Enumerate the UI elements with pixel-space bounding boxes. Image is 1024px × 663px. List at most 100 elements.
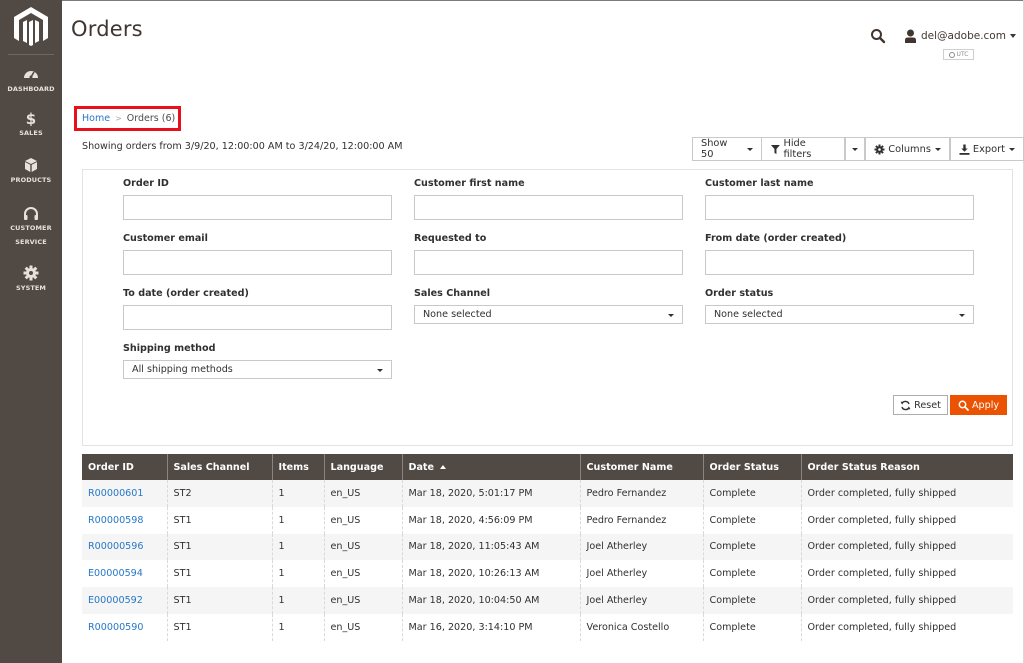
column-header-customer-name[interactable]: Customer Name <box>579 454 703 480</box>
customer-name-cell: Pedro Fernandez <box>579 480 703 507</box>
top-border <box>0 0 1024 1</box>
hide-filters-button[interactable]: Hide filters <box>760 137 846 161</box>
order-status-select[interactable]: None selected <box>705 305 974 324</box>
page-size-dropdown[interactable]: Show 50 <box>692 137 762 161</box>
requested-to-label: Requested to <box>414 233 487 244</box>
chevron-down-icon <box>1008 147 1015 151</box>
filter-icon <box>770 144 780 154</box>
magento-logo[interactable] <box>12 6 50 48</box>
order-id-link[interactable]: E00000594 <box>88 568 143 579</box>
box-icon <box>25 158 37 172</box>
columns-dropdown[interactable]: Columns <box>865 137 950 161</box>
customer-first-name-input[interactable] <box>414 195 683 220</box>
sales-channel-value: None selected <box>423 309 492 320</box>
search-icon[interactable] <box>870 28 886 44</box>
export-dropdown[interactable]: Export <box>949 137 1024 161</box>
refresh-icon <box>900 400 911 410</box>
sidebar-item-label: DASHBOARD <box>7 85 55 93</box>
language-cell: en_US <box>323 613 402 641</box>
logo-divider <box>8 54 54 55</box>
sidebar-item-system[interactable]: SYSTEM <box>0 265 62 296</box>
column-header-order-id[interactable]: Order ID <box>82 454 167 480</box>
customer-email-input[interactable] <box>123 250 392 275</box>
language-cell: en_US <box>323 480 402 507</box>
table-row[interactable]: E00000594 ST1 1 en_US Mar 18, 2020, 10:26:13… <box>82 560 1013 588</box>
sidebar-item-sales[interactable]: $ SALES <box>0 110 62 141</box>
user-account-menu[interactable]: del@adobe.com <box>904 28 1016 44</box>
dollar-icon: $ <box>26 110 36 126</box>
reset-label: Reset <box>914 399 941 411</box>
svg-text:$: $ <box>26 110 36 126</box>
order-status-cell: Complete <box>702 480 801 507</box>
reset-filters-button[interactable]: Reset <box>893 395 948 415</box>
sort-ascending-icon <box>440 464 447 469</box>
customer-email-label: Customer email <box>123 233 208 244</box>
hide-filters-label: Hide filters <box>783 138 812 160</box>
customer-name-cell: Joel Atherley <box>579 560 703 588</box>
customer-name-cell: Joel Atherley <box>579 533 703 561</box>
order-id-link[interactable]: R00000598 <box>88 515 144 526</box>
chevron-down-icon <box>934 147 941 151</box>
order-id-label: Order ID <box>123 178 169 189</box>
customer-name-cell: Veronica Costello <box>579 613 703 641</box>
order-status-reason-cell: Order completed, fully shipped <box>800 613 1013 641</box>
customer-last-name-label: Customer last name <box>705 178 814 189</box>
chevron-down-icon <box>746 147 753 151</box>
order-status-cell: Complete <box>702 560 801 588</box>
language-cell: en_US <box>323 506 402 534</box>
date-range-summary: Showing orders from 3/9/20, 12:00:00 AM … <box>82 141 403 152</box>
user-email: del@adobe.com <box>921 30 1006 42</box>
column-header-order-status-reason[interactable]: Order Status Reason <box>800 454 1013 480</box>
breadcrumb-home-link[interactable]: Home <box>82 113 110 124</box>
table-row[interactable]: R00000596 ST1 1 en_US Mar 18, 2020, 11:05:43… <box>82 533 1013 561</box>
table-row[interactable]: R00000590 ST1 1 en_US Mar 16, 2020, 3:14:10 … <box>82 613 1013 641</box>
order-status-value: None selected <box>714 309 783 320</box>
order-id-link[interactable]: R00000596 <box>88 541 144 552</box>
order-status-cell: Complete <box>702 533 801 561</box>
sales-channel-select[interactable]: None selected <box>414 305 683 324</box>
column-header-items[interactable]: Items <box>271 454 324 480</box>
breadcrumb-separator: > <box>115 114 122 123</box>
sidebar-item-dashboard[interactable]: DASHBOARD <box>0 66 62 97</box>
order-id-cell: R00000590 <box>82 613 167 641</box>
customer-name-cell: Pedro Fernandez <box>579 506 703 534</box>
from-date-label: From date (order created) <box>705 233 847 244</box>
column-header-language[interactable]: Language <box>323 454 402 480</box>
table-row[interactable]: R00000601 ST2 1 en_US Mar 18, 2020, 5:01:17 … <box>82 480 1013 507</box>
sidebar-item-customer-service[interactable]: CUSTOMER SERVICE <box>0 205 62 249</box>
filters-dropdown-toggle[interactable] <box>845 137 866 161</box>
items-cell: 1 <box>271 587 324 614</box>
table-row[interactable]: R00000598 ST1 1 en_US Mar 18, 2020, 4:56:09 … <box>82 506 1013 534</box>
customer-last-name-input[interactable] <box>705 195 974 220</box>
order-status-reason-cell: Order completed, fully shipped <box>800 506 1013 534</box>
column-header-order-status[interactable]: Order Status <box>702 454 801 480</box>
download-icon <box>959 144 970 155</box>
table-row[interactable]: E00000592 ST1 1 en_US Mar 18, 2020, 10:04:50… <box>82 587 1013 614</box>
order-status-reason-cell: Order completed, fully shipped <box>800 560 1013 588</box>
requested-to-input[interactable] <box>414 250 683 275</box>
customer-first-name-label: Customer first name <box>414 178 525 189</box>
apply-filters-button[interactable]: Apply <box>950 395 1007 415</box>
items-cell: 1 <box>271 613 324 641</box>
orders-table-body: R00000601 ST2 1 en_US Mar 18, 2020, 5:01:17 … <box>82 480 1013 641</box>
shipping-method-value: All shipping methods <box>132 364 233 375</box>
admin-sidebar: DASHBOARD $ SALES PRODUCTS CUSTOMER SERV… <box>0 0 62 663</box>
to-date-input[interactable] <box>123 305 392 330</box>
order-id-input[interactable] <box>123 195 392 220</box>
order-status-cell: Complete <box>702 506 801 534</box>
order-status-label: Order status <box>705 288 774 299</box>
column-header-date[interactable]: Date <box>401 454 580 480</box>
breadcrumb-current: Orders (6) <box>126 113 176 124</box>
order-id-link[interactable]: E00000592 <box>88 595 143 606</box>
order-id-link[interactable]: R00000590 <box>88 622 144 633</box>
order-id-cell: R00000596 <box>82 533 167 561</box>
shipping-method-select[interactable]: All shipping methods <box>123 360 392 379</box>
column-header-sales-channel[interactable]: Sales Channel <box>166 454 272 480</box>
export-label: Export <box>972 143 1005 155</box>
sidebar-item-products[interactable]: PRODUCTS <box>0 157 62 188</box>
language-cell: en_US <box>323 560 402 588</box>
order-id-link[interactable]: R00000601 <box>88 488 144 499</box>
from-date-input[interactable] <box>705 250 974 275</box>
date-cell: Mar 18, 2020, 11:05:43 AM <box>401 533 580 561</box>
clock-icon <box>948 51 955 58</box>
